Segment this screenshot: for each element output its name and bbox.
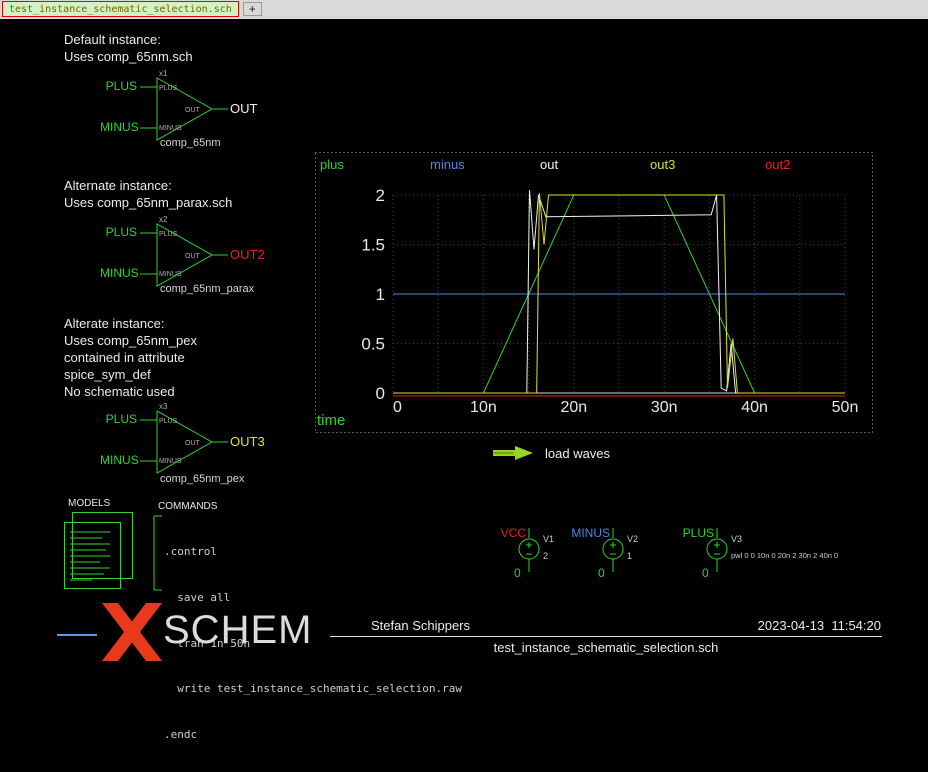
code-line: .control bbox=[164, 544, 462, 559]
device-label: comp_65nm bbox=[160, 137, 221, 149]
x-tick-label: 0 bbox=[393, 399, 402, 416]
models-stack-icon bbox=[62, 510, 140, 592]
net-label-out[interactable]: OUT2 bbox=[230, 248, 290, 262]
text-line: Uses comp_65nm_pex bbox=[64, 332, 197, 349]
commands-title: COMMANDS bbox=[158, 500, 462, 513]
load-waves-launcher[interactable]: load waves bbox=[492, 444, 610, 462]
code-line: save all bbox=[164, 590, 462, 605]
pin-label-out: OUT bbox=[185, 440, 201, 447]
waveform-graph[interactable]: 0 10n 20n 30n 40n 50n 0 0.5 1 1.5 2 time plus minus ou… bbox=[315, 152, 873, 433]
load-waves-arrow-icon bbox=[492, 444, 536, 462]
y-tick-label: 2 bbox=[376, 186, 385, 205]
x-tick-label: 20n bbox=[560, 399, 587, 416]
comparator-x1[interactable]: PLUS MINUS x1 PLUS MINUS OUT OUT comp_65… bbox=[100, 70, 310, 156]
pin-label-minus: MINUS bbox=[159, 125, 182, 132]
source-value: 1 bbox=[627, 551, 632, 561]
comparator-x2[interactable]: PLUS MINUS x2 PLUS MINUS OUT OUT2 comp_6… bbox=[100, 216, 310, 302]
device-label: comp_65nm_pex bbox=[160, 473, 244, 485]
pin-label-out: OUT bbox=[185, 107, 201, 114]
net-label-gnd[interactable]: 0 bbox=[598, 566, 605, 580]
code-line: .endc bbox=[164, 727, 462, 742]
text-line: Alternate instance: bbox=[64, 177, 232, 194]
pin-label-minus: MINUS bbox=[159, 458, 182, 465]
text-line: No schematic used bbox=[64, 383, 197, 400]
schematic-filename: test_instance_schematic_selection.sch bbox=[330, 640, 882, 655]
y-tick-label: 0.5 bbox=[361, 335, 385, 354]
y-tick-label: 1.5 bbox=[361, 236, 385, 255]
titleblock-divider bbox=[330, 636, 882, 637]
text-line: Uses comp_65nm.sch bbox=[64, 48, 193, 65]
load-waves-label: load waves bbox=[545, 446, 610, 461]
text-line: Default instance: bbox=[64, 31, 193, 48]
note-alternate-instance: Alternate instance: Uses comp_65nm_parax… bbox=[64, 177, 232, 211]
source-value: 2 bbox=[543, 551, 548, 561]
note-alterate-instance: Alterate instance: Uses comp_65nm_pex co… bbox=[64, 315, 197, 400]
instance-name: V1 bbox=[543, 534, 554, 544]
author-name: Stefan Schippers bbox=[371, 618, 470, 633]
legend-minus: minus bbox=[430, 157, 465, 172]
vsource-v3[interactable]: PLUS V3 pwl 0 0 10n 0 20n 2 30n 2 40n 0 … bbox=[672, 524, 912, 582]
code-line: write test_instance_schematic_selection.… bbox=[164, 681, 462, 696]
pin-label-plus: PLUS bbox=[159, 231, 178, 238]
net-label-out[interactable]: OUT bbox=[230, 102, 290, 116]
models-title: MODELS bbox=[68, 497, 140, 510]
net-label-minus[interactable]: MINUS bbox=[100, 267, 137, 280]
net-label-minus[interactable]: MINUS bbox=[100, 454, 137, 467]
net-label-plus[interactable]: PLUS bbox=[100, 80, 137, 93]
net-label-gnd[interactable]: 0 bbox=[702, 566, 709, 580]
net-label-minus[interactable]: MINUS bbox=[100, 121, 137, 134]
x-tick-label: 10n bbox=[470, 399, 497, 416]
y-tick-label: 0 bbox=[376, 384, 385, 403]
instance-name: x1 bbox=[159, 70, 168, 78]
x-tick-label: 50n bbox=[832, 399, 859, 416]
legend-out3: out3 bbox=[650, 157, 675, 172]
xschem-window: test_instance_schematic_selection.sch + … bbox=[0, 0, 928, 665]
legend-plus: plus bbox=[320, 157, 344, 172]
frame-line bbox=[57, 634, 97, 636]
comparator-x3[interactable]: PLUS MINUS x3 PLUS MINUS OUT OUT3 comp_6… bbox=[100, 403, 310, 489]
pin-label-out: OUT bbox=[185, 253, 201, 260]
xschem-logo-x-icon bbox=[100, 603, 164, 661]
instance-name: V2 bbox=[627, 534, 638, 544]
tab-bar: test_instance_schematic_selection.sch + bbox=[0, 0, 928, 19]
legend-out2: out2 bbox=[765, 157, 790, 172]
source-value: pwl 0 0 10n 0 20n 2 30n 2 40n 0 bbox=[731, 551, 838, 560]
net-label-plus[interactable]: PLUS bbox=[100, 413, 137, 426]
legend-out: out bbox=[540, 157, 558, 172]
tab-current[interactable]: test_instance_schematic_selection.sch bbox=[2, 1, 239, 17]
net-label-plus[interactable]: PLUS bbox=[100, 226, 137, 239]
y-tick-label: 1 bbox=[376, 285, 385, 304]
instance-name: x3 bbox=[159, 403, 168, 411]
models-box[interactable]: MODELS bbox=[62, 497, 140, 592]
x-tick-label: 30n bbox=[651, 399, 678, 416]
instance-name: V3 bbox=[731, 534, 742, 544]
timestamp: 2023-04-13 11:54:20 bbox=[715, 618, 881, 633]
text-line: Alterate instance: bbox=[64, 315, 197, 332]
x-tick-label: 40n bbox=[741, 399, 768, 416]
pin-label-plus: PLUS bbox=[159, 85, 178, 92]
text-line: spice_sym_def bbox=[64, 366, 197, 383]
x-axis-label: time bbox=[317, 412, 345, 429]
commands-bracket-icon bbox=[152, 514, 164, 592]
text-line: Uses comp_65nm_parax.sch bbox=[64, 194, 232, 211]
net-label-out[interactable]: OUT3 bbox=[230, 435, 290, 449]
xschem-logo-text: SCHEM bbox=[163, 608, 312, 653]
net-label-gnd[interactable]: 0 bbox=[514, 566, 521, 580]
new-tab-button[interactable]: + bbox=[243, 2, 262, 16]
note-default-instance: Default instance: Uses comp_65nm.sch bbox=[64, 31, 193, 65]
pin-label-plus: PLUS bbox=[159, 418, 178, 425]
instance-name: x2 bbox=[159, 216, 168, 224]
device-label: comp_65nm_parax bbox=[160, 283, 254, 295]
pin-label-minus: MINUS bbox=[159, 271, 182, 278]
text-line: contained in attribute bbox=[64, 349, 197, 366]
